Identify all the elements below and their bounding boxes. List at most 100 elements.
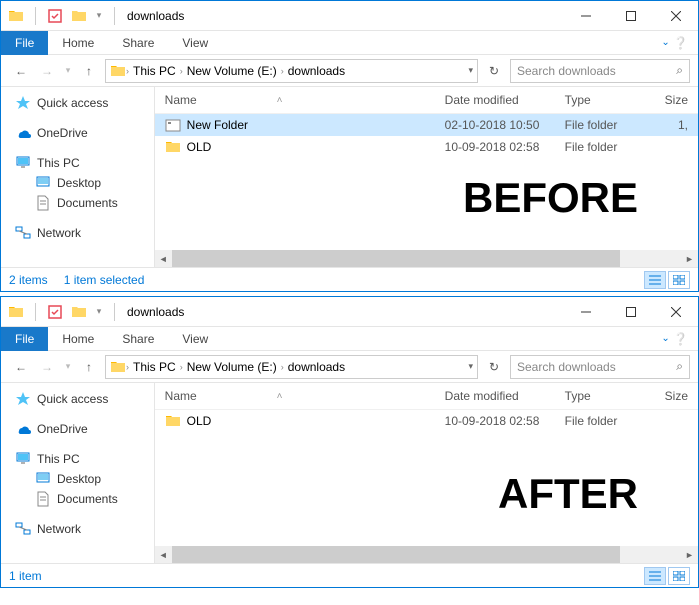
col-size[interactable]: Size	[665, 93, 688, 107]
file-row[interactable]: OLD 10-09-2018 02:58 File folder	[155, 136, 698, 158]
refresh-button[interactable]: ↻	[482, 355, 506, 379]
minimize-button[interactable]	[563, 1, 608, 31]
properties-icon[interactable]	[44, 301, 66, 323]
col-date[interactable]: Date modified	[445, 389, 565, 403]
status-bar: 1 item	[1, 563, 698, 587]
icons-view-button[interactable]	[668, 271, 690, 289]
search-icon[interactable]: ⌕	[676, 359, 683, 374]
help-icon[interactable]: ❔	[673, 332, 688, 346]
file-tab[interactable]: File	[1, 31, 48, 55]
window-title: downloads	[127, 9, 563, 23]
address-dropdown-icon[interactable]: ▾	[468, 65, 473, 76]
breadcrumb[interactable]: downloads	[284, 64, 349, 78]
document-icon	[35, 491, 51, 507]
ribbon-expand-icon[interactable]: ⌄	[661, 37, 669, 48]
up-button[interactable]: ↑	[77, 59, 101, 83]
close-button[interactable]	[653, 297, 698, 327]
tab-view[interactable]: View	[168, 327, 222, 351]
back-button[interactable]: ←	[9, 355, 33, 379]
maximize-button[interactable]	[608, 297, 653, 327]
star-icon	[15, 391, 31, 407]
scroll-left-icon[interactable]: ◄	[155, 546, 172, 563]
search-input[interactable]: Search downloads ⌕	[510, 355, 690, 379]
sort-asc-icon: ˄	[277, 391, 283, 402]
address-bar[interactable]: › This PC › New Volume (E:) › downloads …	[105, 355, 478, 379]
address-bar[interactable]: › This PC › New Volume (E:) › downloads …	[105, 59, 478, 83]
col-name[interactable]: Name˄	[165, 93, 445, 107]
sidebar-item-this-pc[interactable]: This PC	[15, 153, 154, 173]
tab-share[interactable]: Share	[108, 31, 168, 55]
file-list: New Folder 02-10-2018 10:50 File folder …	[155, 114, 698, 250]
sidebar-item-quick-access[interactable]: Quick access	[15, 389, 154, 409]
overlay-label: BEFORE	[463, 174, 638, 222]
titlebar: ▾ downloads	[1, 297, 698, 327]
sidebar-item-onedrive[interactable]: OneDrive	[15, 419, 154, 439]
qat-dropdown-icon[interactable]: ▾	[92, 5, 106, 27]
search-input[interactable]: Search downloads ⌕	[510, 59, 690, 83]
scroll-right-icon[interactable]: ►	[681, 546, 698, 563]
maximize-button[interactable]	[608, 1, 653, 31]
sidebar-item-network[interactable]: Network	[15, 519, 154, 539]
address-dropdown-icon[interactable]: ▾	[468, 361, 473, 372]
back-button[interactable]: ←	[9, 59, 33, 83]
forward-button[interactable]: →	[35, 355, 59, 379]
app-icon[interactable]	[5, 301, 27, 323]
cloud-icon	[15, 125, 31, 141]
close-button[interactable]	[653, 1, 698, 31]
sidebar-item-documents[interactable]: Documents	[15, 489, 154, 509]
sidebar-item-desktop[interactable]: Desktop	[15, 469, 154, 489]
col-size[interactable]: Size	[665, 389, 688, 403]
folder-icon	[110, 63, 126, 79]
col-type[interactable]: Type	[565, 389, 665, 403]
file-date: 10-09-2018 02:58	[445, 414, 565, 428]
sidebar-item-documents[interactable]: Documents	[15, 193, 154, 213]
scroll-thumb[interactable]	[172, 546, 620, 563]
qat-dropdown-icon[interactable]: ▾	[92, 301, 106, 323]
breadcrumb[interactable]: New Volume (E:)	[183, 64, 281, 78]
breadcrumb[interactable]: New Volume (E:)	[183, 360, 281, 374]
minimize-button[interactable]	[563, 297, 608, 327]
app-icon[interactable]	[5, 5, 27, 27]
sidebar-item-desktop[interactable]: Desktop	[15, 173, 154, 193]
sidebar-item-onedrive[interactable]: OneDrive	[15, 123, 154, 143]
monitor-icon	[15, 155, 31, 171]
file-row[interactable]: OLD 10-09-2018 02:58 File folder	[155, 410, 698, 432]
tab-share[interactable]: Share	[108, 327, 168, 351]
details-view-button[interactable]	[644, 271, 666, 289]
col-date[interactable]: Date modified	[445, 93, 565, 107]
new-folder-icon[interactable]	[68, 5, 90, 27]
file-tab[interactable]: File	[1, 327, 48, 351]
col-type[interactable]: Type	[565, 93, 665, 107]
sort-asc-icon: ˄	[277, 95, 283, 106]
help-icon[interactable]: ❔	[673, 36, 688, 50]
sidebar-item-network[interactable]: Network	[15, 223, 154, 243]
sidebar-item-quick-access[interactable]: Quick access	[15, 93, 154, 113]
properties-icon[interactable]	[44, 5, 66, 27]
ribbon-expand-icon[interactable]: ⌄	[661, 333, 669, 344]
recent-dropdown-icon[interactable]: ▾	[61, 59, 75, 83]
refresh-button[interactable]: ↻	[482, 59, 506, 83]
horizontal-scrollbar[interactable]: ◄ ►	[155, 546, 698, 563]
new-folder-icon[interactable]	[68, 301, 90, 323]
breadcrumb[interactable]: This PC	[129, 64, 180, 78]
breadcrumb[interactable]: This PC	[129, 360, 180, 374]
breadcrumb[interactable]: downloads	[284, 360, 349, 374]
tab-home[interactable]: Home	[48, 327, 108, 351]
status-bar: 2 items 1 item selected	[1, 267, 698, 291]
tab-home[interactable]: Home	[48, 31, 108, 55]
navigation-pane: Quick access OneDrive This PC Desktop	[1, 87, 155, 267]
forward-button[interactable]: →	[35, 59, 59, 83]
recent-dropdown-icon[interactable]: ▾	[61, 355, 75, 379]
icons-view-button[interactable]	[668, 567, 690, 585]
horizontal-scrollbar[interactable]: ◄ ►	[155, 250, 698, 267]
file-row[interactable]: New Folder 02-10-2018 10:50 File folder …	[155, 114, 698, 136]
sidebar-item-this-pc[interactable]: This PC	[15, 449, 154, 469]
up-button[interactable]: ↑	[77, 355, 101, 379]
scroll-thumb[interactable]	[172, 250, 620, 267]
details-view-button[interactable]	[644, 567, 666, 585]
scroll-left-icon[interactable]: ◄	[155, 250, 172, 267]
scroll-right-icon[interactable]: ►	[681, 250, 698, 267]
tab-view[interactable]: View	[168, 31, 222, 55]
search-icon[interactable]: ⌕	[676, 63, 683, 78]
col-name[interactable]: Name˄	[165, 389, 445, 403]
